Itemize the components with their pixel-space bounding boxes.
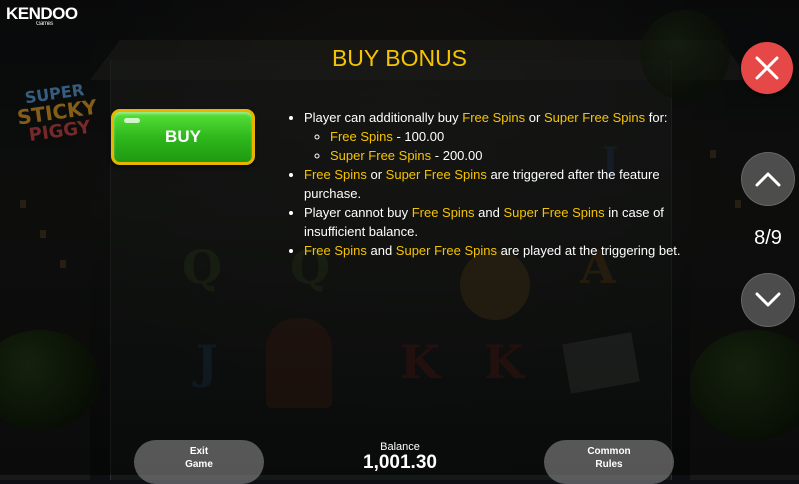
panel-title: BUY BONUS	[331, 45, 468, 71]
close-button[interactable]	[741, 42, 793, 94]
exit-game-button[interactable]: Exit Game	[134, 440, 264, 484]
close-icon	[755, 56, 779, 80]
rule-item: Free Spins and Super Free Spins are play…	[304, 241, 708, 260]
price-list: Free Spins - 100.00 Super Free Spins - 2…	[304, 127, 708, 165]
balance-value: 1,001.30	[363, 452, 437, 473]
rule-item: Free Spins or Super Free Spins are trigg…	[304, 165, 708, 203]
buy-button-label: BUY	[165, 127, 201, 146]
price-item: Super Free Spins - 200.00	[330, 146, 708, 165]
rules-text: Player can additionally buy Free Spins o…	[288, 108, 708, 260]
exit-game-label-line: Exit	[189, 446, 209, 457]
rules-list: Player can additionally buy Free Spins o…	[288, 108, 708, 260]
exit-game-label-line: Game	[185, 459, 213, 470]
previous-page-button[interactable]	[741, 152, 795, 206]
buy-button[interactable]: BUY	[111, 109, 255, 165]
rule-item: Player cannot buy Free Spins and Super F…	[304, 203, 708, 241]
brand-logo: KENDOO Games	[6, 4, 78, 27]
rule-item: Player can additionally buy Free Spins o…	[304, 108, 708, 165]
chevron-down-icon	[755, 292, 781, 307]
common-rules-label-line: Common	[587, 446, 631, 457]
brand-sub: Games	[36, 21, 53, 27]
common-rules-button[interactable]: Common Rules	[544, 440, 674, 484]
common-rules-label-line: Rules	[595, 459, 623, 470]
chevron-up-icon	[755, 172, 781, 187]
next-page-button[interactable]	[741, 273, 795, 327]
page-indicator: 8/9	[754, 227, 782, 249]
game-logo: SUPER STICKY PIGGY	[4, 77, 113, 160]
price-item: Free Spins - 100.00	[330, 127, 708, 146]
